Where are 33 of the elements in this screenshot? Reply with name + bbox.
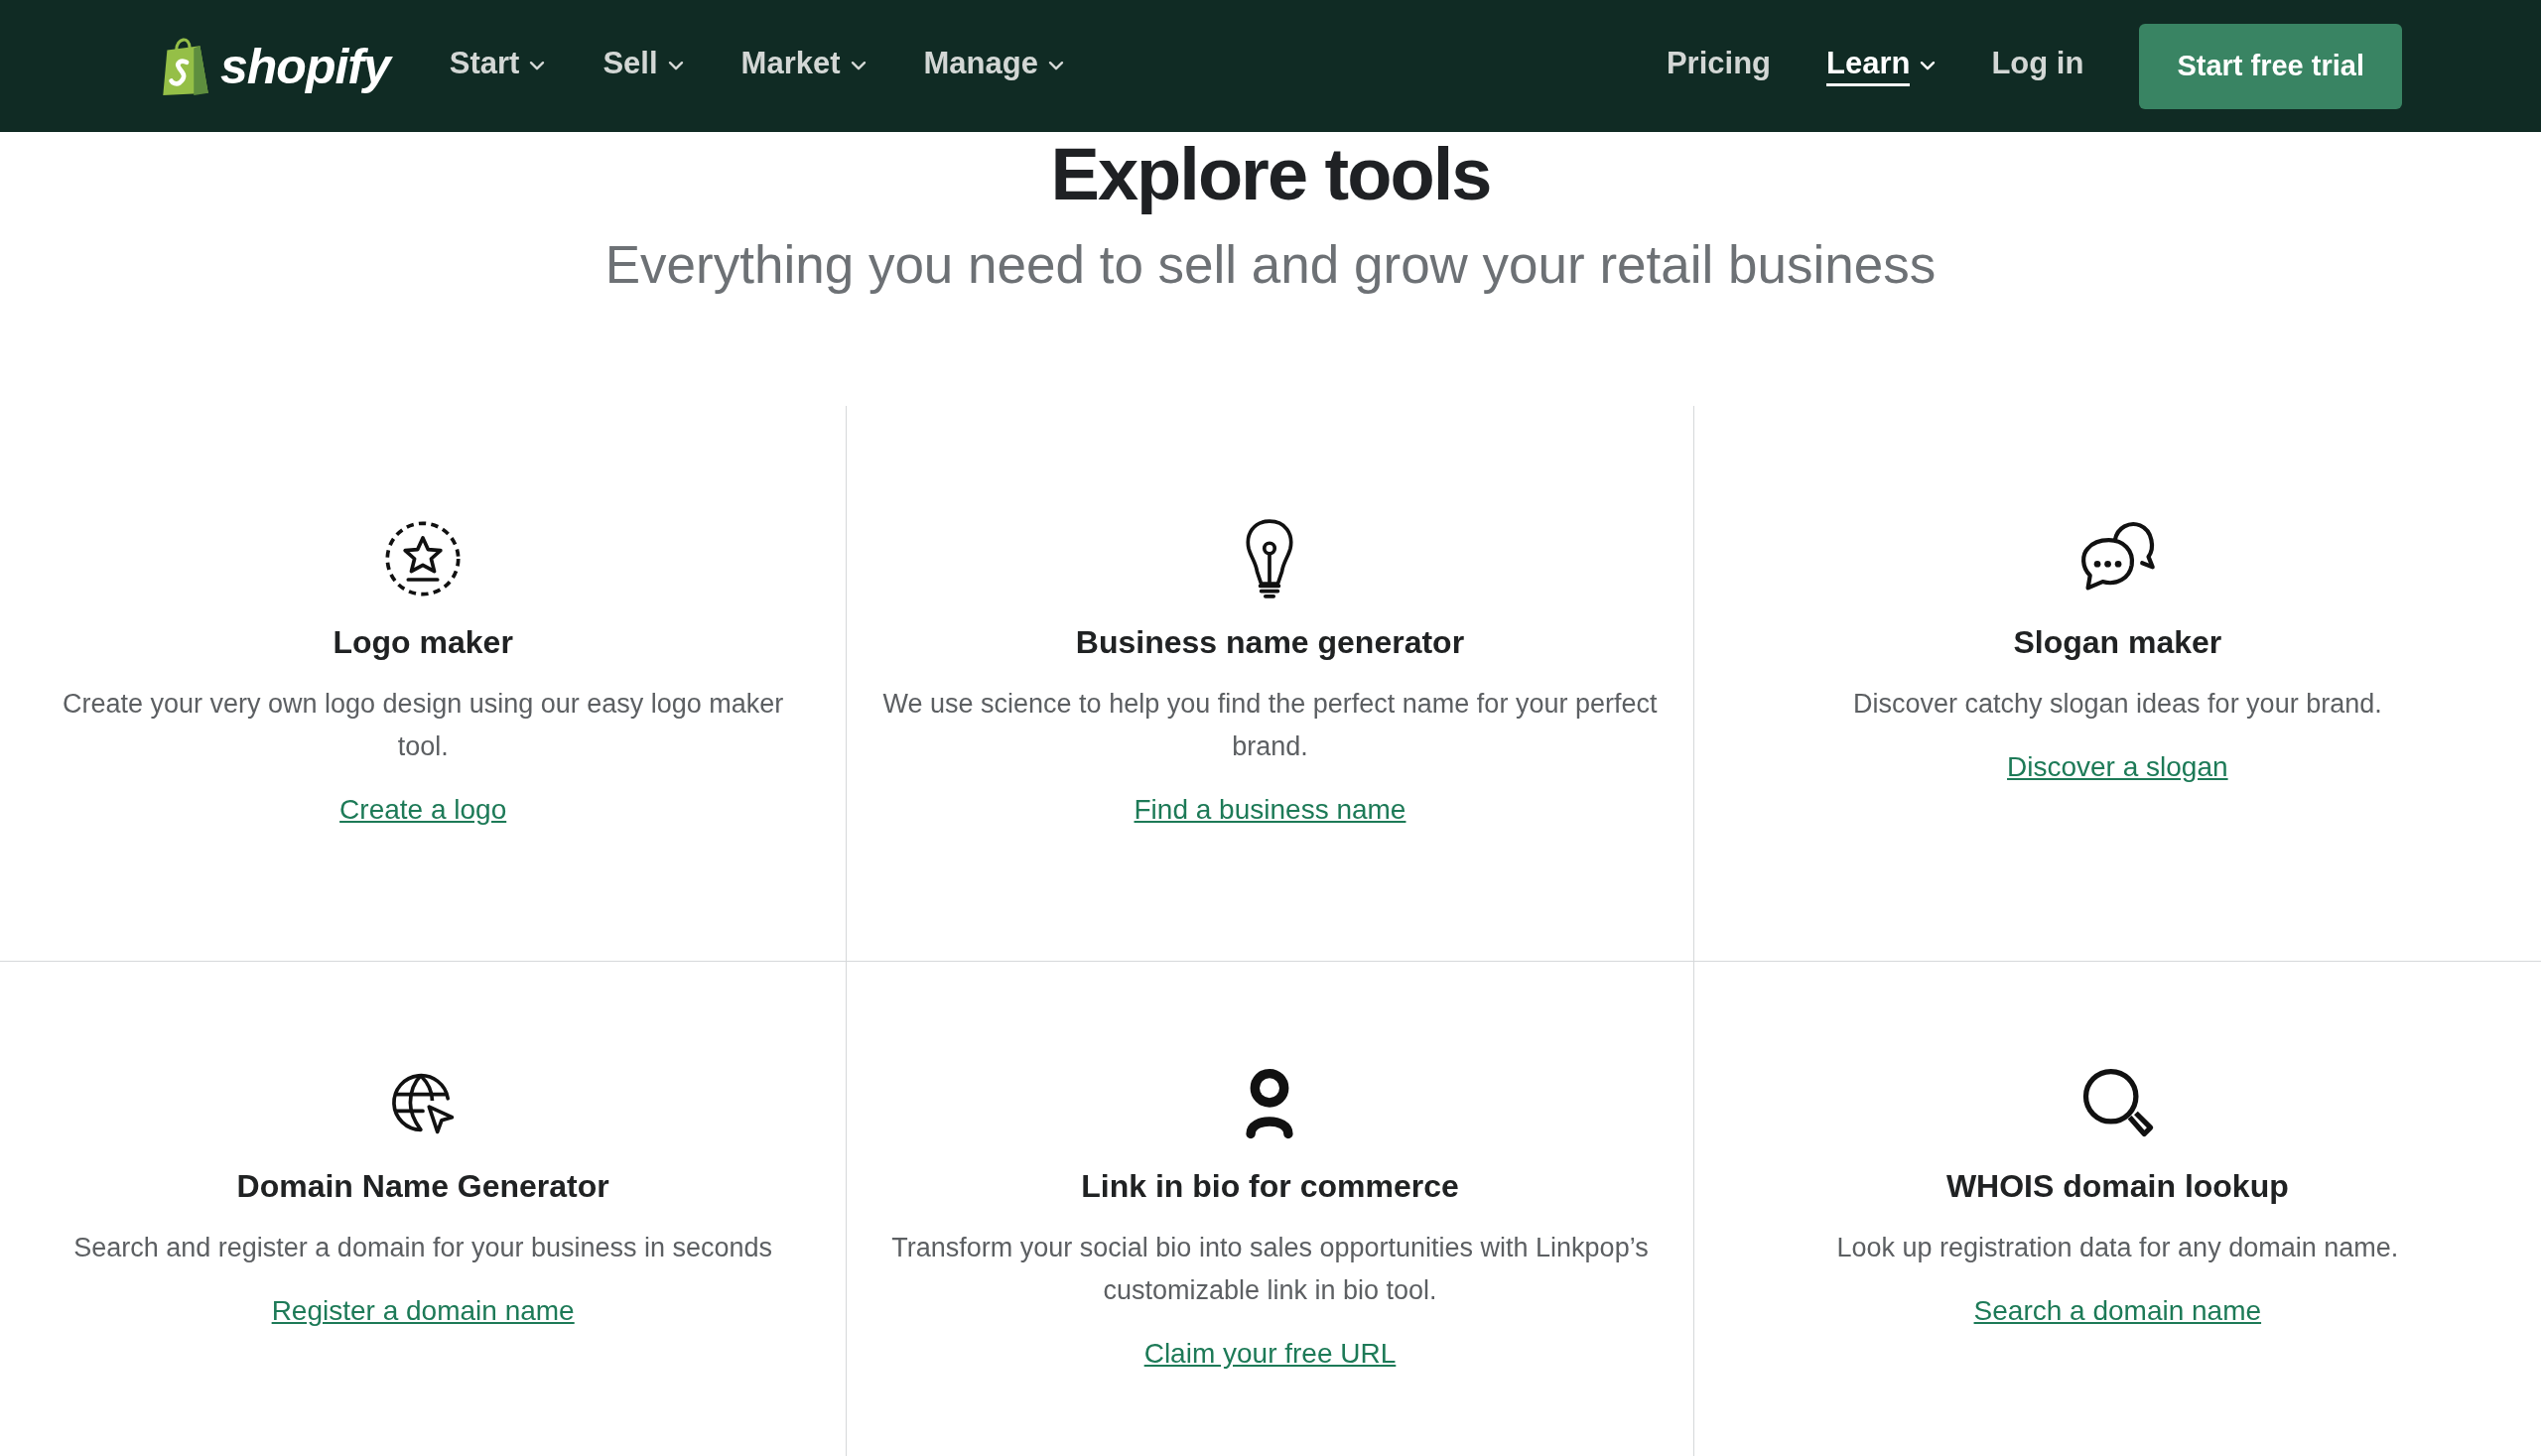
- tool-description: Discover catchy slogan ideas for your brand.: [1852, 688, 2382, 721]
- tool-link[interactable]: Discover a slogan: [2007, 751, 2228, 783]
- tool-title: Domain Name Generator: [236, 1168, 609, 1205]
- tool-title: Link in bio for commerce: [1081, 1168, 1459, 1205]
- nav-menu-item[interactable]: Market: [740, 40, 867, 92]
- tool-description: Look up registration data for any domain name.: [1836, 1232, 2399, 1264]
- nav-menu-item[interactable]: Start: [449, 40, 546, 92]
- start-free-trial-button[interactable]: Start free trial: [2139, 23, 2402, 109]
- tool-description: We use science to help you find the perfect name for your perfect brand.: [882, 688, 1658, 763]
- page-subheading: Everything you need to sell and grow your retail business: [604, 234, 1937, 295]
- tool-title: Business name generator: [1075, 624, 1465, 661]
- chevron-down-icon: [529, 61, 546, 71]
- tool-link[interactable]: Search a domain name: [1973, 1295, 2262, 1327]
- page-heading: Explore tools: [1050, 132, 1491, 216]
- nav-link[interactable]: Pricing: [1666, 40, 1771, 92]
- chevron-down-icon: [1920, 61, 1937, 71]
- chevron-down-icon: [1047, 61, 1064, 71]
- tool-description: Create your very own logo design using our easy logo maker tool.: [61, 688, 785, 763]
- tool-description: Transform your social bio into sales opportunities with Linkpop’s customizable link in bio tool.: [890, 1232, 1650, 1307]
- tool-description: Search and register a domain for your business in seconds: [73, 1232, 773, 1264]
- chevron-down-icon: [667, 61, 684, 71]
- chevron-down-icon: [850, 61, 867, 71]
- tool-title: WHOIS domain lookup: [1945, 1168, 2289, 1205]
- tool-title: Logo maker: [333, 624, 513, 661]
- tool-link[interactable]: Find a business name: [1134, 794, 1406, 826]
- nav-link[interactable]: Log in: [1991, 40, 2084, 92]
- nav-menu-item[interactable]: Sell: [602, 40, 684, 92]
- tool-link[interactable]: Create a logo: [339, 794, 507, 826]
- nav-menu-item[interactable]: Learn: [1826, 40, 1937, 92]
- tool-link[interactable]: Register a domain name: [271, 1295, 575, 1327]
- tool-title: Slogan maker: [2013, 624, 2222, 661]
- tool-link[interactable]: Claim your free URL: [1143, 1338, 1397, 1370]
- nav-menu-item[interactable]: Manage: [923, 40, 1064, 92]
